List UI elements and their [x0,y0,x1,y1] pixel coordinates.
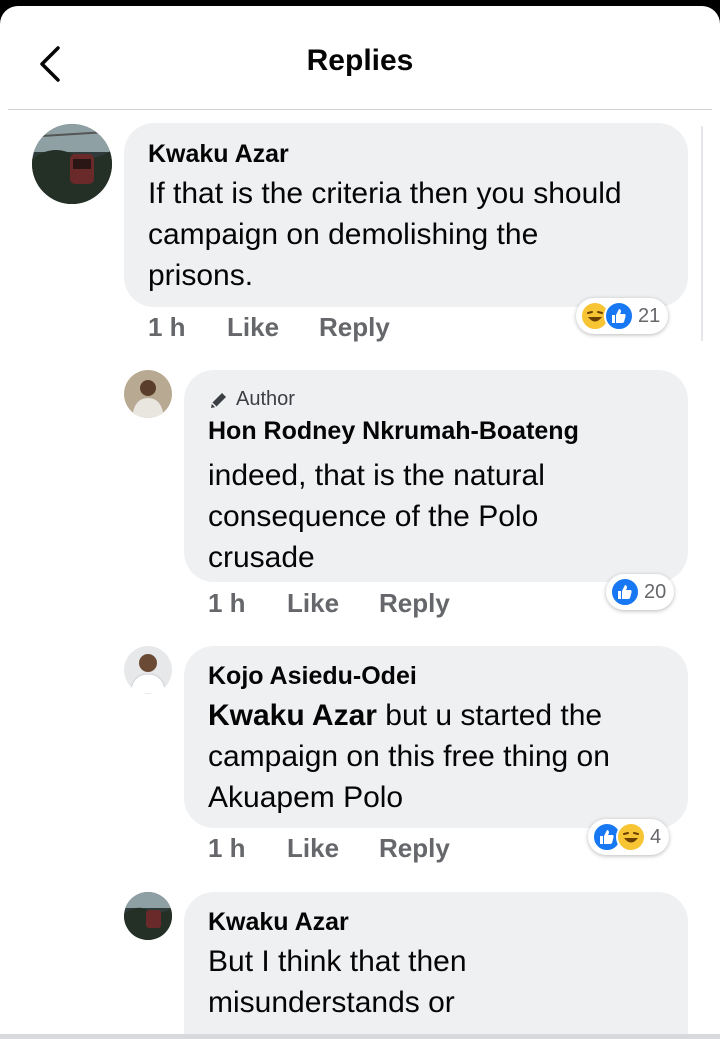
comment-author[interactable]: Kojo Asiedu-Odei [208,662,417,691]
avatar[interactable] [124,370,172,418]
thread-scroll-line [701,126,703,341]
timestamp: 1 h [208,588,246,618]
comment-author[interactable]: Kwaku Azar [148,140,289,169]
reply-button[interactable]: Reply [379,588,450,619]
avatar[interactable] [124,892,172,940]
replies-screen: Replies Kwaku Azar If that is the criter… [0,6,720,1039]
timestamp: 1 h [208,833,246,863]
haha-icon [616,822,646,852]
comment-author[interactable]: Kwaku Azar [208,908,349,937]
avatar[interactable] [32,124,112,204]
timestamp: 1 h [148,312,186,342]
reaction-count: 20 [644,580,667,603]
avatar[interactable] [124,646,172,694]
bottom-edge [0,1034,720,1039]
header: Replies [0,6,720,110]
page-title: Replies [306,44,414,77]
like-icon [610,577,640,607]
reaction-summary[interactable]: 20 [606,574,675,610]
reaction-summary[interactable]: 21 [576,298,669,334]
reaction-count: 4 [650,825,662,848]
comment-text: But I think that then misunderstands or [208,945,467,1019]
header-divider [8,109,712,110]
reaction-count: 21 [638,304,661,327]
author-badge: Author [208,388,295,411]
reply-button[interactable]: Reply [379,833,450,864]
pencil-icon [211,392,226,408]
comment-text: Kwaku Azar but u started the campaign on… [208,699,610,814]
comment-author[interactable]: Hon Rodney Nkrumah-Boateng [208,417,579,446]
comment-text: indeed, that is the natural consequence … [208,459,545,574]
like-button[interactable]: Like [287,588,339,619]
reaction-summary[interactable]: 4 [588,819,670,855]
like-button[interactable]: Like [287,833,339,864]
like-icon [604,301,634,331]
comment-text: If that is the criteria then you should … [148,177,622,292]
mention-link[interactable]: Kwaku Azar [208,699,377,732]
reply-button[interactable]: Reply [319,312,390,343]
like-button[interactable]: Like [227,312,279,343]
